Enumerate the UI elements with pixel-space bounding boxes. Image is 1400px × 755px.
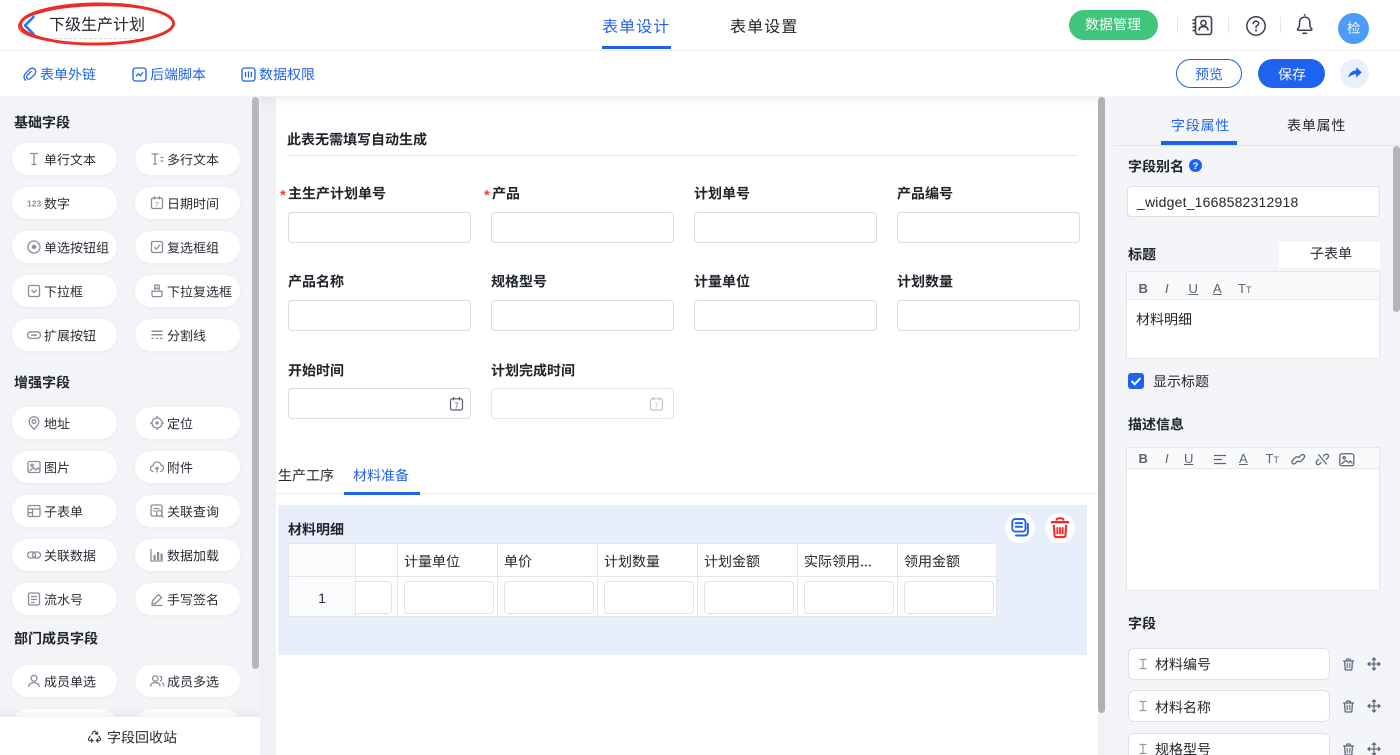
svg-text:123: 123 <box>27 199 41 209</box>
svg-text:7: 7 <box>155 202 159 209</box>
svg-text:?: ? <box>1193 161 1199 172</box>
svg-text:7: 7 <box>654 402 659 411</box>
svg-text:7: 7 <box>454 402 459 411</box>
